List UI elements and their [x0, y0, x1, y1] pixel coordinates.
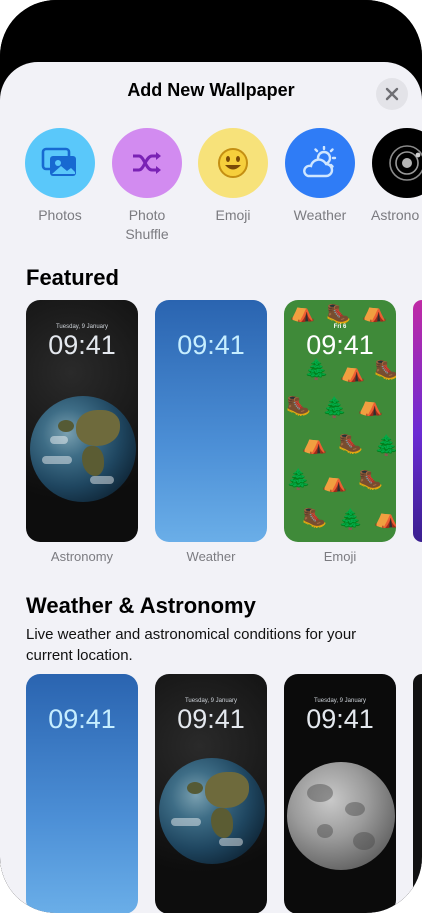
photos-icon [25, 128, 95, 198]
lock-time: 09:41 [48, 704, 116, 734]
featured-astronomy-card[interactable]: Tuesday, 9 January 09:41 [26, 300, 138, 542]
astronomy-icon [372, 128, 422, 198]
type-weather[interactable]: Weather [276, 128, 364, 225]
lock-time: 09:41 [177, 330, 245, 360]
type-astronomy[interactable]: Astrono [362, 128, 422, 225]
type-photo-shuffle[interactable]: Photo Shuffle [103, 128, 191, 244]
wallpaper-type-row: Photos Photo Shuffle Emoji Weather Astro… [0, 128, 422, 242]
emoji-icon [198, 128, 268, 198]
featured-title: Featured [26, 265, 119, 290]
lock-time: 09:41 [306, 704, 374, 734]
lock-time: 09:41 [48, 330, 116, 360]
notch [99, 0, 323, 32]
type-photos[interactable]: Photos [16, 128, 104, 225]
card-label: Weather [186, 549, 236, 564]
weather-icon [285, 128, 355, 198]
card-label: Astronomy [50, 549, 114, 564]
type-label: Emoji [215, 207, 251, 223]
type-label: Photos [38, 207, 82, 223]
type-label: Astrono [371, 207, 420, 223]
moon-image [287, 762, 395, 870]
shuffle-icon [112, 128, 182, 198]
type-label: Weather [293, 207, 347, 223]
featured-weather-card[interactable]: 09:41 [155, 300, 267, 542]
earth-image [30, 396, 136, 502]
lock-time: 09:41 [177, 704, 245, 734]
sheet-title: Add New Wallpaper [127, 80, 295, 100]
weather-astronomy-description: Live weather and astronomical conditions… [26, 626, 357, 664]
card-label: Emoji [323, 549, 357, 564]
type-label: Photo Shuffle [125, 207, 169, 242]
next-card[interactable] [413, 674, 422, 913]
lock-time: 09:41 [306, 330, 374, 360]
earth-card[interactable]: Tuesday, 9 January 09:41 [155, 674, 267, 913]
close-button[interactable] [376, 78, 408, 110]
featured-next-card[interactable] [413, 300, 422, 542]
earth-image [159, 758, 265, 864]
weather-astronomy-title: Weather & Astronomy [26, 593, 256, 618]
xmark-icon [385, 87, 399, 101]
type-emoji[interactable]: Emoji [189, 128, 277, 225]
device-frame: Add New Wallpaper Photos Photo Shuffle E… [0, 0, 422, 913]
featured-emoji-card[interactable]: ⛺ 🥾 ⛺ 🌲 ⛺ 🥾 🥾 🌲 ⛺ ⛺ 🥾 🌲 🌲 ⛺ 🥾 🥾 🌲 ⛺ Fri … [284, 300, 396, 542]
weather-card[interactable]: 09:41 [26, 674, 138, 913]
add-wallpaper-sheet: Add New Wallpaper Photos Photo Shuffle E… [0, 62, 422, 913]
moon-card[interactable]: Tuesday, 9 January 09:41 [284, 674, 396, 913]
